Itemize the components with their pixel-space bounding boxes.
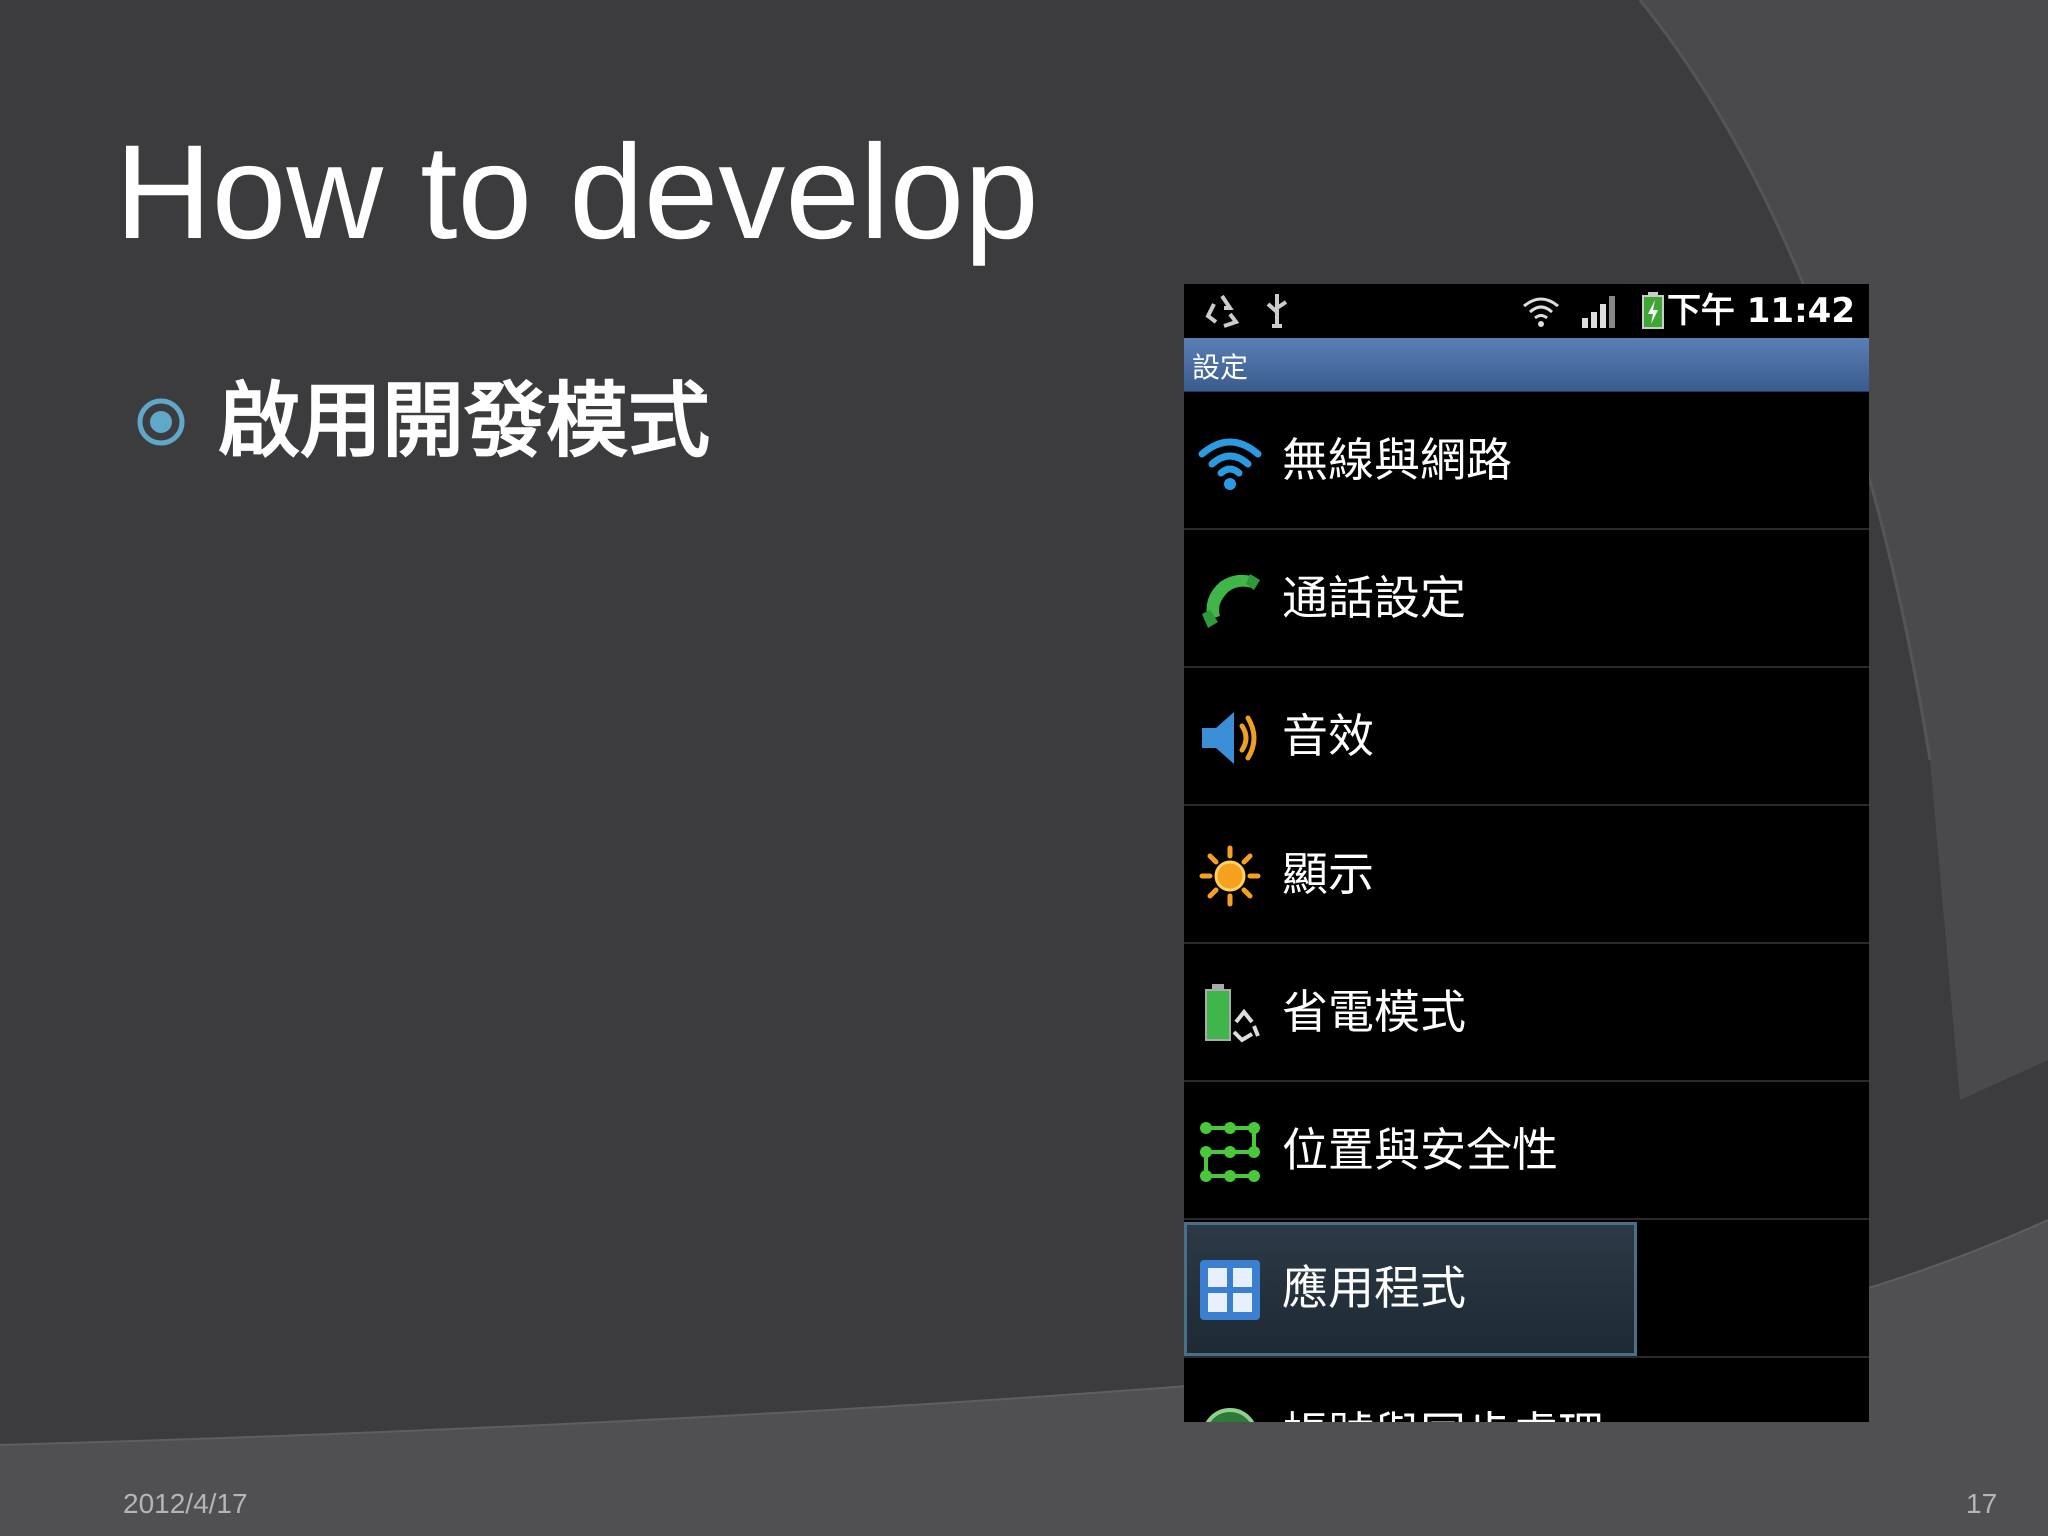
phone-handset-icon xyxy=(1202,574,1260,628)
page-number: 17 xyxy=(1966,1488,1998,1519)
phone-screenshot: 下午 11:42 設定 無線與網路 通話設定 音效 顯示 省電模式 位置與安全性… xyxy=(1184,284,1869,1422)
settings-item-label: 顯示 xyxy=(1282,847,1374,901)
settings-list: 無線與網路 通話設定 音效 顯示 省電模式 位置與安全性 應用程式 xyxy=(1184,392,1869,1422)
bullet-text: 啟用開發模式 xyxy=(218,374,711,469)
settings-item-label: 應用程式 xyxy=(1282,1261,1466,1315)
slide-title: How to develop xyxy=(115,118,1039,267)
footer-date: 2012/4/17 xyxy=(123,1488,248,1519)
bullet-item: 啟用開發模式 xyxy=(136,372,710,472)
settings-item-label: 省電模式 xyxy=(1282,985,1466,1039)
settings-item-applications[interactable]: 應用程式 xyxy=(1184,1220,1869,1358)
signal-icon xyxy=(1582,296,1615,328)
usb-icon xyxy=(1266,294,1288,328)
settings-title: 設定 xyxy=(1192,351,1249,384)
settings-item-accounts-sync[interactable]: 帳號與同步處理 xyxy=(1184,1358,1869,1422)
settings-item-call[interactable]: 通話設定 xyxy=(1184,530,1869,668)
sync-icon xyxy=(1205,1408,1255,1422)
settings-title-bar: 設定 xyxy=(1184,338,1869,392)
settings-item-sound[interactable]: 音效 xyxy=(1184,668,1869,806)
settings-item-display[interactable]: 顯示 xyxy=(1184,806,1869,944)
battery-saver-icon xyxy=(1205,984,1260,1043)
brightness-icon xyxy=(1199,845,1261,907)
battery-charging-icon xyxy=(1642,292,1664,329)
location-security-icon xyxy=(1200,1122,1260,1182)
apps-grid-icon xyxy=(1200,1260,1260,1320)
settings-item-label: 位置與安全性 xyxy=(1282,1123,1558,1177)
status-time: 下午 11:42 xyxy=(1666,291,1855,331)
wifi-icon xyxy=(1198,438,1262,490)
settings-item-label: 音效 xyxy=(1282,709,1374,763)
settings-item-label: 通話設定 xyxy=(1282,571,1466,625)
speaker-icon xyxy=(1202,712,1257,764)
settings-item-label: 無線與網路 xyxy=(1282,433,1512,487)
settings-item-power-saving[interactable]: 省電模式 xyxy=(1184,944,1869,1082)
recycle-icon xyxy=(1205,294,1240,328)
settings-item-location-security[interactable]: 位置與安全性 xyxy=(1184,1082,1869,1220)
bullet-target-icon xyxy=(137,398,185,446)
wifi-icon xyxy=(1523,297,1559,327)
status-bar: 下午 11:42 xyxy=(1184,284,1869,338)
settings-item-label: 帳號與同步處理 xyxy=(1282,1404,1604,1422)
settings-item-wireless[interactable]: 無線與網路 xyxy=(1184,392,1869,530)
